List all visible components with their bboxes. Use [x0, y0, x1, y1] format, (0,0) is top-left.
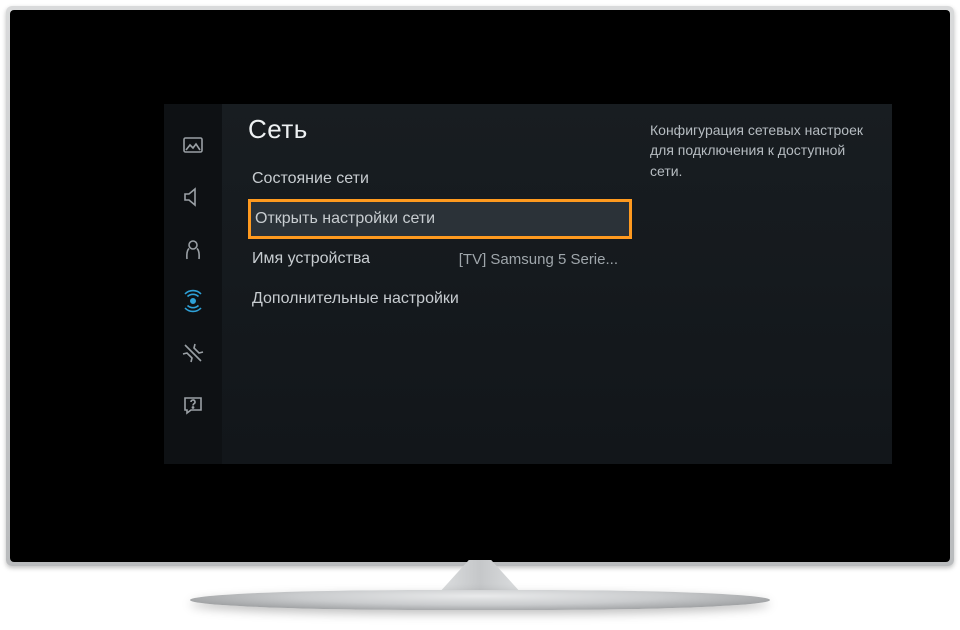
- menu-item-label: Имя устройства: [252, 250, 370, 268]
- tv-bezel: Сеть Состояние сети Открыть настройки се…: [10, 10, 950, 562]
- tv-stand-base: [190, 590, 770, 610]
- settings-panel: Сеть Состояние сети Открыть настройки се…: [164, 104, 892, 464]
- tv-screen: Сеть Состояние сети Открыть настройки се…: [24, 24, 936, 548]
- settings-sidebar: [164, 104, 222, 464]
- broadcast-icon[interactable]: [180, 236, 206, 262]
- menu-item-label: Состояние сети: [252, 170, 369, 188]
- menu-item-label: Дополнительные настройки: [252, 290, 459, 308]
- support-icon[interactable]: [180, 392, 206, 418]
- picture-icon[interactable]: [180, 132, 206, 158]
- sound-icon[interactable]: [180, 184, 206, 210]
- menu-item-value: [TV] Samsung 5 Serie...: [459, 251, 618, 268]
- menu-advanced-settings[interactable]: Дополнительные настройки: [248, 279, 632, 319]
- section-title: Сеть: [248, 114, 632, 145]
- menu-device-name[interactable]: Имя устройства [TV] Samsung 5 Serie...: [248, 239, 632, 279]
- settings-description: Конфигурация сетевых настроек для подклю…: [632, 104, 892, 464]
- menu-network-status[interactable]: Состояние сети: [248, 159, 632, 199]
- tv-frame: Сеть Состояние сети Открыть настройки се…: [6, 6, 954, 566]
- settings-menu: Сеть Состояние сети Открыть настройки се…: [222, 104, 632, 464]
- system-icon[interactable]: [180, 340, 206, 366]
- network-icon[interactable]: [180, 288, 206, 314]
- menu-open-network-settings[interactable]: Открыть настройки сети: [248, 199, 632, 239]
- menu-item-label: Открыть настройки сети: [255, 210, 435, 228]
